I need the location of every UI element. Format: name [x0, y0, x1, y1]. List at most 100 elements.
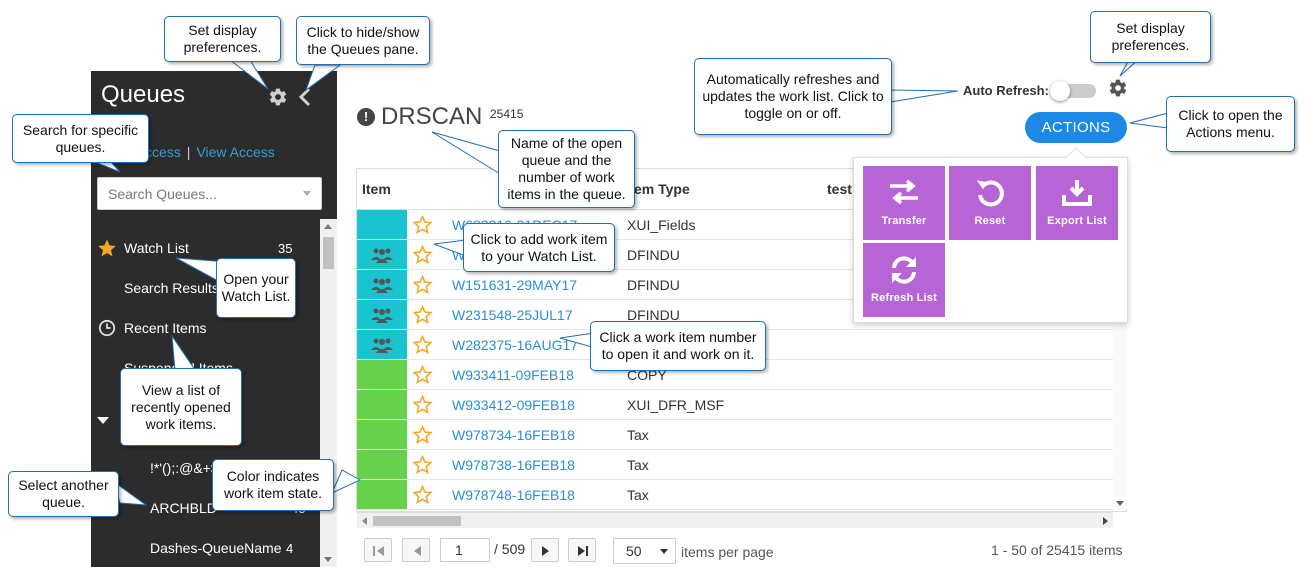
first-page-icon	[373, 546, 384, 556]
queues-app: Queues ccess | View Access Watch List 35 S…	[0, 0, 1308, 567]
work-item-type: XUI_DFR_MSF	[627, 397, 725, 413]
star-icon[interactable]	[413, 455, 432, 474]
exclamation-icon: !	[357, 108, 375, 126]
star-icon[interactable]	[413, 425, 432, 444]
sidebar-item-search-results[interactable]: Search Results	[124, 280, 219, 296]
callout-display-prefs-right: Set display preferences.	[1090, 11, 1211, 63]
column-item-type[interactable]: em Type	[634, 181, 690, 197]
callout-select-queue: Select another queue.	[8, 471, 119, 517]
work-item-type: Tax	[627, 457, 649, 473]
callout-click-number: Click a work item number to open it and …	[590, 321, 766, 371]
star-icon[interactable]	[413, 395, 432, 414]
table-row[interactable]: W978738-16FEB18 Tax	[357, 450, 1114, 480]
star-icon[interactable]	[413, 485, 432, 504]
clock-icon	[98, 319, 116, 337]
gear-icon[interactable]	[1108, 78, 1128, 98]
caret-down-icon[interactable]	[97, 417, 109, 424]
work-item-link[interactable]: W978734-16FEB18	[452, 427, 575, 443]
export-list-action[interactable]: Export List	[1036, 166, 1118, 240]
actions-menu: Transfer Reset Export List Refresh List	[853, 147, 1128, 323]
table-row[interactable]: W933412-09FEB18 XUI_DFR_MSF	[357, 390, 1114, 420]
sidebar-queue-archbld[interactable]: ARCHBLD	[150, 500, 217, 516]
reset-icon	[976, 180, 1004, 207]
callout-hide-show-pane: Click to hide/show the Queues pane.	[296, 16, 430, 65]
work-item-link[interactable]: W978748-16FEB18	[452, 487, 575, 503]
work-item-link[interactable]: W933412-09FEB18	[452, 397, 575, 413]
sidebar-queue-dashes[interactable]: Dashes-QueueName	[150, 540, 282, 556]
queue-item-count: 25415	[490, 107, 524, 121]
table-row[interactable]: W978734-16FEB18 Tax	[357, 420, 1114, 450]
work-item-link[interactable]: W933411-09FEB18	[452, 367, 574, 383]
scroll-right-icon[interactable]	[1103, 517, 1108, 525]
state-indicator	[357, 360, 407, 389]
star-icon[interactable]	[413, 275, 432, 294]
hscroll-thumb[interactable]	[373, 516, 461, 526]
grid-horizontal-scrollbar[interactable]	[357, 512, 1113, 528]
work-item-type: DFINDU	[627, 247, 680, 263]
transfer-action[interactable]: Transfer	[863, 166, 945, 240]
next-page-button[interactable]	[531, 538, 559, 562]
star-icon	[98, 239, 116, 257]
work-item-link[interactable]: W231548-25JUL17	[452, 307, 573, 323]
edit-access-link[interactable]: ccess	[145, 144, 181, 160]
column-test[interactable]: test	[827, 181, 852, 197]
people-icon	[371, 338, 393, 353]
scroll-down-icon[interactable]	[324, 557, 332, 562]
gear-icon[interactable]	[268, 87, 288, 107]
last-page-button[interactable]	[568, 538, 596, 562]
page-number-input[interactable]: 1	[440, 538, 490, 562]
state-indicator	[357, 390, 407, 419]
people-icon	[371, 308, 393, 323]
work-item-link[interactable]: W978738-16FEB18	[452, 457, 575, 473]
state-indicator	[357, 270, 407, 299]
access-links: ccess | View Access	[145, 144, 275, 160]
work-item-type: Tax	[627, 427, 649, 443]
scroll-down-icon[interactable]	[1116, 501, 1124, 506]
toggle-knob[interactable]	[1050, 81, 1070, 101]
items-per-page-label: items per page	[681, 544, 774, 560]
queues-title: Queues	[101, 81, 186, 108]
work-item-link[interactable]: W282375-16AUG17	[452, 337, 578, 353]
actions-button[interactable]: ACTIONS	[1025, 112, 1127, 143]
search-queues-input[interactable]	[98, 178, 288, 209]
chevron-left-icon[interactable]	[296, 86, 314, 108]
sidebar-item-watch-list[interactable]: Watch List	[124, 240, 189, 256]
work-item-link[interactable]: W151631-29MAY17	[452, 277, 577, 293]
star-icon[interactable]	[413, 245, 432, 264]
star-icon[interactable]	[413, 365, 432, 384]
work-item-type: DFINDU	[627, 277, 680, 293]
state-indicator	[357, 330, 407, 359]
star-icon[interactable]	[413, 215, 432, 234]
page-size-value: 50	[626, 543, 642, 559]
auto-refresh-toggle[interactable]	[1050, 81, 1096, 101]
last-page-icon	[578, 546, 588, 556]
callout-display-prefs-left: Set display preferences.	[164, 16, 281, 62]
sidebar-item-recent-items[interactable]: Recent Items	[124, 320, 206, 336]
sidebar-scrollbar[interactable]	[320, 219, 337, 567]
callout-add-watch: Click to add work item to your Watch Lis…	[463, 223, 615, 272]
refresh-icon	[892, 256, 916, 284]
chevron-down-icon[interactable]	[303, 191, 311, 196]
scroll-up-icon[interactable]	[324, 224, 332, 229]
previous-page-button[interactable]	[402, 538, 430, 562]
table-row[interactable]: W978748-16FEB18 Tax	[357, 480, 1114, 510]
scroll-thumb[interactable]	[323, 237, 334, 269]
first-page-button[interactable]	[364, 538, 392, 562]
star-icon[interactable]	[413, 335, 432, 354]
work-item-type: Tax	[627, 487, 649, 503]
chevron-down-icon[interactable]	[660, 549, 668, 554]
items-total: 1 - 50 of 25415 items	[991, 542, 1123, 558]
search-queues[interactable]	[97, 177, 322, 210]
column-item[interactable]: Item	[362, 181, 391, 197]
transfer-icon	[890, 179, 918, 205]
sidebar-queue-special[interactable]: !*'();:@&+$	[150, 460, 219, 476]
star-icon[interactable]	[413, 305, 432, 324]
view-access-link[interactable]: View Access	[196, 144, 274, 160]
export-list-label: Export List	[1047, 215, 1107, 227]
callout-auto-refresh: Automatically refreshes and updates the …	[694, 58, 892, 135]
refresh-list-action[interactable]: Refresh List	[863, 243, 945, 317]
scroll-left-icon[interactable]	[362, 517, 367, 525]
page-size-select[interactable]: 50	[613, 538, 676, 564]
state-indicator	[357, 240, 407, 269]
reset-action[interactable]: Reset	[949, 166, 1031, 240]
